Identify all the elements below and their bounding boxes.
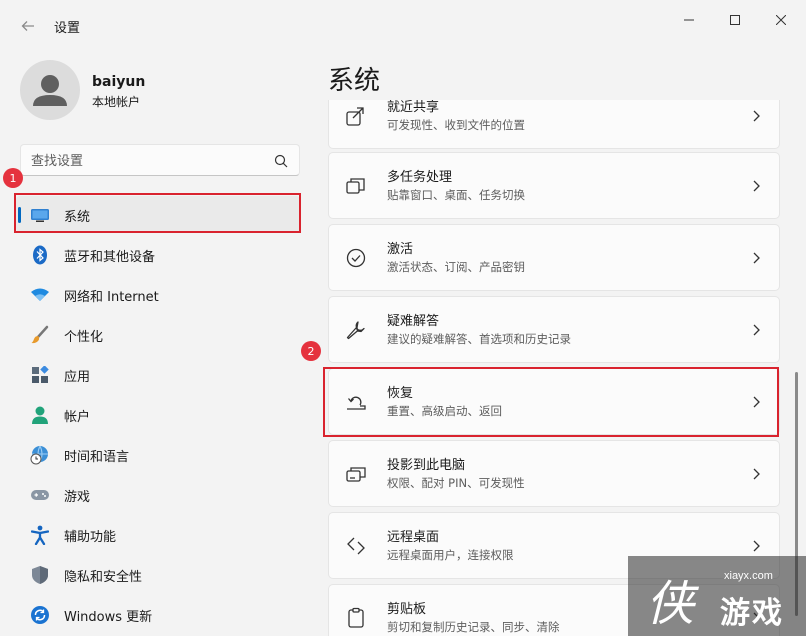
card-subtitle: 建议的疑难解答、首选项和历史记录 [387, 332, 571, 346]
wrench-icon [346, 321, 365, 340]
bluetooth-icon [30, 245, 50, 265]
chevron-right-icon [753, 468, 760, 480]
user-account-type: 本地帐户 [92, 95, 141, 109]
card-activation[interactable]: 激活 激活状态、订阅、产品密钥 [328, 224, 780, 291]
minimize-button[interactable] [666, 6, 712, 34]
wifi-icon [30, 285, 50, 305]
sidebar-item-accessibility[interactable]: 辅助功能 [16, 516, 300, 552]
card-subtitle: 激活状态、订阅、产品密钥 [387, 260, 525, 274]
multitask-icon [346, 178, 365, 194]
sidebar-item-time-language[interactable]: 时间和语言 [16, 436, 300, 472]
sidebar-item-label: 隐私和安全性 [64, 570, 143, 585]
step-badge-2: 2 [301, 341, 321, 361]
card-title: 投影到此电脑 [387, 458, 466, 473]
brush-icon [30, 325, 50, 345]
sidebar-item-bluetooth[interactable]: 蓝牙和其他设备 [16, 236, 300, 272]
chevron-right-icon [753, 110, 760, 122]
sidebar-item-label: 帐户 [64, 410, 91, 425]
title-bar: 设置 [0, 0, 806, 48]
close-icon [776, 15, 786, 25]
chevron-right-icon [753, 324, 760, 336]
sidebar-item-privacy[interactable]: 隐私和安全性 [16, 556, 300, 592]
sidebar-item-windows-update[interactable]: Windows 更新 [16, 596, 300, 632]
search-box[interactable] [20, 144, 300, 176]
settings-window: 设置 baiyun 本地帐户 系统 [0, 0, 806, 636]
watermark-text: 游戏 [720, 596, 784, 631]
sidebar-item-label: 蓝牙和其他设备 [64, 250, 156, 265]
card-title: 多任务处理 [387, 170, 453, 185]
page-title: 系统 [328, 66, 381, 96]
card-subtitle: 剪切和复制历史记录、同步、清除 [387, 620, 560, 634]
gamepad-icon [30, 485, 50, 505]
chevron-right-icon [753, 252, 760, 264]
watermark-url: xiayx.com [724, 570, 773, 582]
apps-icon [30, 365, 50, 385]
highlight-box-system [14, 193, 301, 233]
card-project-to-pc[interactable]: 投影到此电脑 权限、配对 PIN、可发现性 [328, 440, 780, 507]
card-title: 激活 [387, 242, 414, 257]
watermark-logo: 侠 [646, 576, 695, 632]
project-icon [346, 467, 366, 482]
sidebar-item-label: 时间和语言 [64, 450, 130, 465]
sidebar-item-network[interactable]: 网络和 Internet [16, 276, 300, 312]
card-subtitle: 可发现性、收到文件的位置 [387, 118, 525, 132]
clipboard-icon [348, 607, 364, 628]
user-avatar-icon [33, 75, 67, 106]
step-badge-1: 1 [3, 168, 23, 188]
back-button[interactable] [14, 12, 42, 40]
sidebar-item-label: 辅助功能 [64, 530, 117, 545]
minimize-icon [684, 19, 694, 21]
sidebar-item-personalization[interactable]: 个性化 [16, 316, 300, 352]
card-subtitle: 远程桌面用户，连接权限 [387, 548, 514, 562]
sidebar-item-accounts[interactable]: 帐户 [16, 396, 300, 432]
card-title: 远程桌面 [387, 530, 440, 545]
maximize-button[interactable] [712, 6, 758, 34]
sidebar-nav: 系统 蓝牙和其他设备 网络和 Internet 个性化 应用 帐户 时间和语言 … [16, 196, 300, 636]
sidebar-item-label: 游戏 [64, 490, 91, 505]
avatar[interactable] [20, 60, 80, 120]
user-name: baiyun [92, 74, 146, 90]
app-title: 设置 [54, 21, 81, 36]
update-icon [30, 605, 50, 625]
check-circle-icon [346, 248, 366, 268]
sidebar-item-label: Windows 更新 [64, 610, 153, 625]
sidebar-item-label: 网络和 Internet [64, 290, 159, 305]
chevron-right-icon [753, 540, 760, 552]
sidebar-item-label: 个性化 [64, 330, 104, 345]
chevron-right-icon [753, 180, 760, 192]
share-icon [346, 107, 364, 126]
card-title: 疑难解答 [387, 314, 440, 329]
search-icon[interactable] [273, 153, 289, 169]
card-nearby-sharing[interactable]: 就近共享 可发现性、收到文件的位置 [328, 100, 780, 149]
person-icon [30, 405, 50, 425]
search-input[interactable] [31, 151, 261, 171]
card-title: 就近共享 [387, 100, 440, 115]
maximize-icon [730, 15, 740, 25]
card-title: 剪贴板 [387, 602, 427, 617]
back-arrow-icon [21, 21, 34, 31]
accessibility-icon [30, 525, 50, 545]
sidebar-item-apps[interactable]: 应用 [16, 356, 300, 392]
highlight-box-recovery [323, 367, 779, 437]
sidebar-item-label: 应用 [64, 370, 91, 385]
remote-desktop-icon [347, 537, 365, 555]
globe-clock-icon [30, 445, 50, 465]
card-subtitle: 贴靠窗口、桌面、任务切换 [387, 188, 525, 202]
shield-icon [30, 565, 50, 585]
close-button[interactable] [758, 6, 804, 34]
card-multitasking[interactable]: 多任务处理 贴靠窗口、桌面、任务切换 [328, 152, 780, 219]
site-watermark: 侠 xiayx.com 游戏 [628, 556, 806, 636]
card-troubleshoot[interactable]: 疑难解答 建议的疑难解答、首选项和历史记录 [328, 296, 780, 363]
sidebar-item-gaming[interactable]: 游戏 [16, 476, 300, 512]
card-subtitle: 权限、配对 PIN、可发现性 [387, 476, 525, 490]
